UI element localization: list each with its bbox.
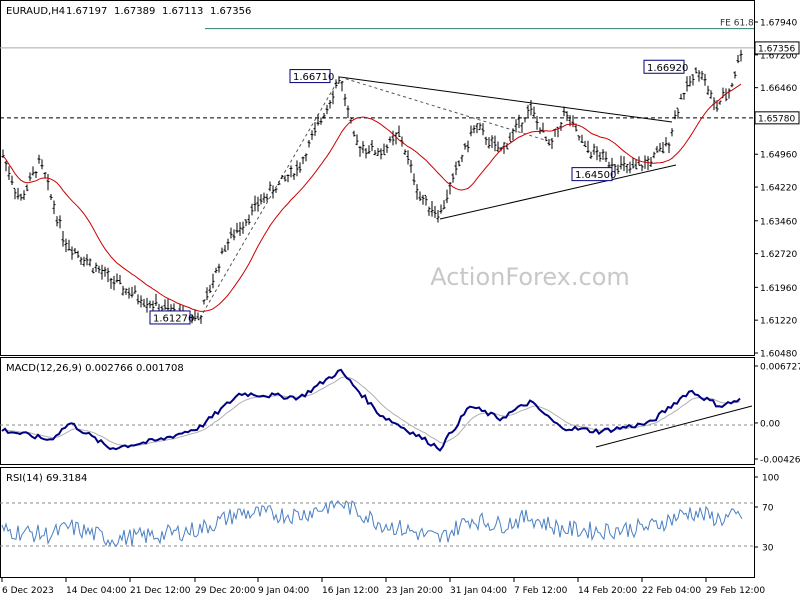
rsi-title: RSI(14) 69.3184 [6,473,87,484]
price-y-tick-label: 1.64960 [760,151,797,161]
time-x-axis: 6 Dec 2023 14 Dec 04:00 21 Dec 12:00 29 Dec… [1,578,765,596]
rally-dashed-line [199,76,341,319]
price-y-tick-label: 1.62720 [760,250,797,260]
price-label: 1.66920 [647,63,688,74]
triangle-upper-trendline [339,76,673,123]
price-y-axis: 1.679401.672001.664601.657201.649601.642… [754,19,800,360]
x-tick-label: 7 Feb 12:00 [514,586,568,596]
x-tick-label: 31 Jan 04:00 [450,586,507,596]
price-panel [0,0,755,356]
price-label: 1.64500 [575,170,616,181]
ohlc-close: 1.67356 [210,6,251,17]
price-label: 1.66710 [293,72,334,83]
price-y-tick-label: 1.64220 [760,184,797,194]
price-header-symbol: EURAUD,H4 [6,6,65,17]
level-price-tag: 1.65780 [758,114,795,124]
macd-title: MACD(12,26,9) 0.002766 0.001708 [6,363,184,374]
chart-canvas: ActionForex.com FE 61.8 1.66710 1.61270 1.… [0,0,800,596]
price-y-tick-label: 1.60480 [760,350,797,360]
macd-y-tick-label: 0.006727 [760,363,800,373]
x-tick-label: 6 Dec 2023 [2,586,54,596]
rsi-y-axis: 100 70 30 [754,474,779,554]
price-label: 1.61270 [153,313,194,324]
x-tick-label: 29 Feb 12:00 [706,586,765,596]
watermark: ActionForex.com [430,263,630,291]
rsi-y-tick-label: 30 [762,544,774,554]
price-y-tick-label: 1.66460 [760,84,797,94]
macd-y-axis: 0.006727 0.00 -0.00426 [754,363,800,466]
price-y-tick-label: 1.61960 [760,284,797,294]
price-y-tick-label: 1.63460 [760,217,797,227]
last-price-tag: 1.67356 [758,44,795,54]
x-tick-label: 14 Dec 04:00 [66,586,127,596]
rsi-y-tick-label: 70 [762,504,774,514]
x-tick-label: 9 Jan 04:00 [258,586,310,596]
x-tick-label: 29 Dec 20:00 [195,586,256,596]
x-tick-label: 14 Feb 20:00 [578,586,637,596]
x-tick-label: 23 Jan 20:00 [386,586,443,596]
ohlc-high: 1.67389 [114,6,155,17]
price-series [1,49,743,325]
x-tick-label: 21 Dec 12:00 [130,586,191,596]
rsi-line [1,500,743,548]
price-y-tick-label: 1.61220 [760,317,797,327]
macd-y-tick-label: -0.00426 [760,456,800,466]
rsi-y-tick-label: 100 [762,474,779,484]
ohlc-open: 1.67197 [66,6,107,17]
ohlc-low: 1.67113 [162,6,203,17]
triangle-lower-trendline [439,164,677,220]
x-tick-label: 16 Jan 12:00 [322,586,379,596]
x-tick-label: 22 Feb 04:00 [642,586,701,596]
macd-y-tick-label: 0.00 [760,419,780,429]
macd-signal-line [1,376,741,446]
price-y-tick-label: 1.67940 [760,19,797,29]
fib-label: FE 61.8 [720,19,754,29]
